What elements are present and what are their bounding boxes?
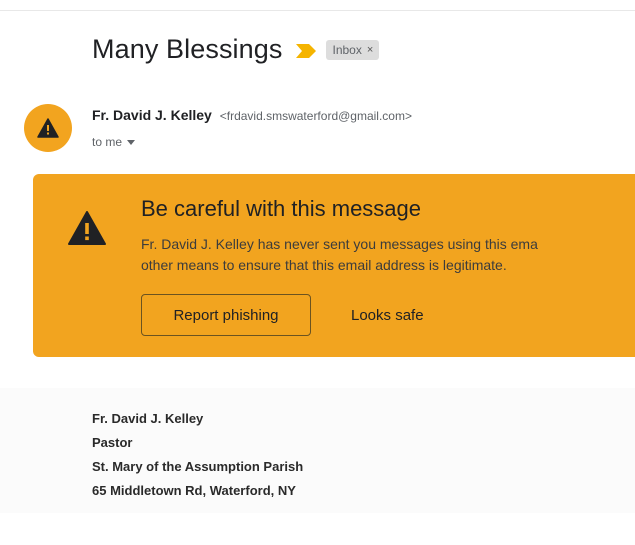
- message-body: Fr. David J. Kelley Pastor St. Mary of t…: [0, 388, 635, 513]
- inbox-label-text: Inbox: [332, 42, 362, 57]
- sender-avatar[interactable]: [24, 104, 72, 152]
- importance-marker-icon[interactable]: [296, 43, 317, 58]
- signature-parish: St. Mary of the Assumption Parish: [92, 459, 304, 474]
- sender-line: Fr. David J. Kelley <frdavid.smswaterfor…: [92, 107, 412, 123]
- report-phishing-button[interactable]: Report phishing: [141, 294, 311, 336]
- sender-email: <frdavid.smswaterford@gmail.com>: [219, 109, 412, 123]
- warning-triangle-icon: [68, 211, 106, 245]
- phishing-warning-banner: Be careful with this message Fr. David J…: [33, 174, 635, 357]
- close-icon[interactable]: ×: [367, 44, 373, 56]
- divider: [0, 10, 635, 11]
- warning-title: Be careful with this message: [141, 196, 422, 221]
- subject-row: Many Blessings Inbox ×: [92, 34, 380, 65]
- caret-down-icon: [127, 140, 136, 145]
- signature-name: Fr. David J. Kelley: [92, 411, 204, 426]
- signature-address: 65 Middletown Rd, Waterford, NY: [92, 483, 296, 498]
- email-view: Many Blessings Inbox × Fr. David J. Kell…: [0, 0, 635, 545]
- inbox-label-chip: Inbox ×: [326, 39, 380, 60]
- email-signature: Fr. David J. Kelley Pastor St. Mary of t…: [92, 407, 303, 503]
- recipient-details-toggle[interactable]: to me: [92, 135, 136, 149]
- recipient-line: to me: [92, 135, 123, 149]
- email-subject: Many Blessings: [92, 34, 283, 64]
- looks-safe-button[interactable]: Looks safe: [343, 294, 432, 336]
- warning-message: Fr. David J. Kelley has never sent you m…: [141, 236, 538, 273]
- signature-title: Pastor: [92, 435, 133, 450]
- sender-name[interactable]: Fr. David J. Kelley: [92, 107, 212, 123]
- warning-triangle-icon: [37, 118, 59, 138]
